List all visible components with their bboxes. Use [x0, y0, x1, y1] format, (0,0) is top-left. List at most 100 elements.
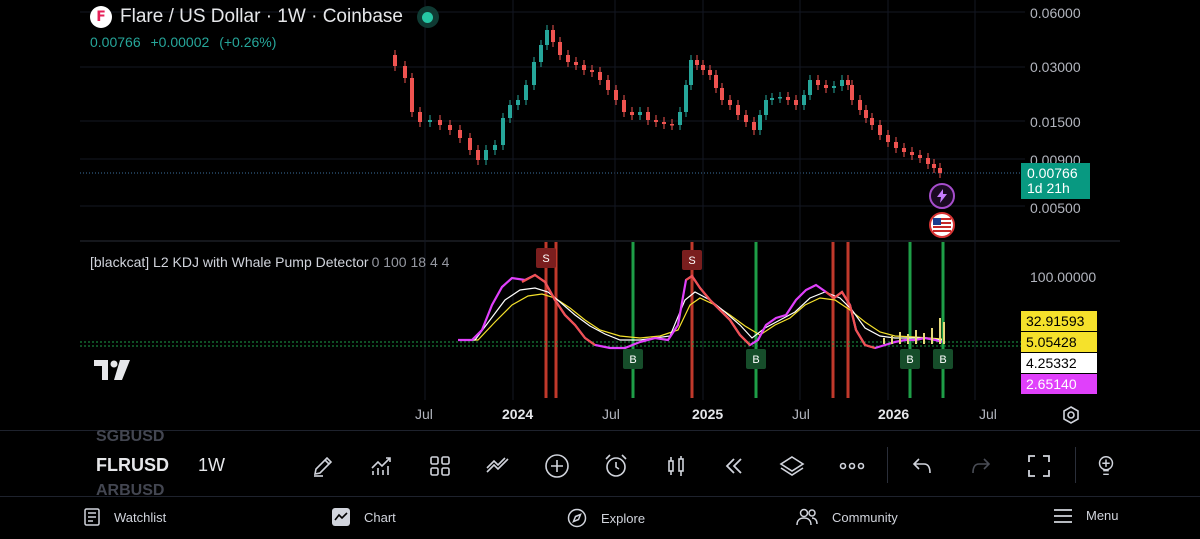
candle-body: [508, 105, 512, 118]
candle-body: [764, 100, 768, 115]
alert-icon[interactable]: [601, 451, 631, 481]
candle-body: [403, 66, 407, 78]
nav-explore[interactable]: Explore: [567, 508, 645, 528]
replay-icon[interactable]: [719, 451, 749, 481]
tradingview-logo-icon: [94, 360, 132, 387]
candle-body: [438, 120, 442, 125]
indicators-icon[interactable]: [366, 451, 396, 481]
time-axis-label: 2025: [692, 406, 724, 422]
bottom-navigation: Watchlist Chart Explore Community Menu: [0, 496, 1200, 539]
candle-body: [808, 80, 812, 95]
whale-volume-bar: [943, 322, 945, 344]
indicator-params: 0 100 18 4 4: [371, 254, 450, 270]
candle-body: [516, 100, 520, 105]
chart-settings-icon[interactable]: [1061, 405, 1081, 430]
candle-body: [590, 70, 594, 72]
watchlist-next-symbol[interactable]: ARBUSD: [96, 482, 164, 496]
candle-body: [938, 168, 942, 173]
candle-body: [846, 80, 850, 85]
indicator-value-tag: 4.25332: [1021, 353, 1097, 373]
indicator-axis-label: 100.00000: [1030, 269, 1097, 285]
whale-volume-bar: [907, 334, 909, 344]
candle-body: [695, 60, 699, 65]
nav-community[interactable]: Community: [796, 508, 898, 526]
bar-countdown: 1d 21h: [1027, 180, 1070, 196]
candle-body: [493, 145, 497, 150]
buy-signal-bar: [941, 242, 945, 398]
fullscreen-icon[interactable]: [1024, 451, 1054, 481]
kdj-j-pump-segment: [521, 273, 596, 346]
time-axis-label: 2026: [878, 406, 910, 422]
candle-body: [816, 80, 820, 85]
us-flag-event-icon[interactable]: [929, 212, 955, 238]
whale-volume-bar: [931, 328, 933, 344]
interval-selector[interactable]: 1W: [198, 455, 225, 476]
layers-icon[interactable]: [777, 451, 807, 481]
plus-circle-icon[interactable]: [542, 451, 572, 481]
time-axis-label: Jul: [602, 406, 620, 422]
redo-icon[interactable]: [966, 451, 996, 481]
candle-body: [684, 85, 688, 112]
candle-body: [794, 100, 798, 105]
flare-logo-icon: F: [90, 6, 112, 28]
candle-body: [870, 118, 874, 125]
time-axis-label: 2024: [502, 406, 534, 422]
hamburger-menu-icon: [1054, 508, 1072, 523]
indicator-title[interactable]: [blackcat] L2 KDJ with Whale Pump Detect…: [90, 254, 449, 270]
candle-body: [886, 135, 890, 142]
price-axis-label: 0.00500: [1030, 200, 1081, 216]
current-price: 0.00766: [90, 34, 141, 50]
nav-menu[interactable]: Menu: [1054, 508, 1119, 523]
nav-watchlist[interactable]: Watchlist: [84, 508, 166, 526]
chart-area[interactable]: S S B B B B: [80, 0, 1120, 430]
candle-body: [558, 42, 562, 55]
watchlist-icon: [84, 508, 100, 526]
buy-signal-bar: [754, 242, 758, 398]
more-icon[interactable]: [837, 451, 867, 481]
candle-body: [458, 130, 462, 138]
candle-body: [614, 90, 618, 100]
price-axis-label: 0.03000: [1030, 59, 1081, 75]
candle-body: [539, 45, 543, 62]
whale-volume-bar: [939, 318, 941, 344]
compass-icon: [567, 508, 587, 528]
candle-body: [932, 164, 936, 168]
idea-icon[interactable]: [1094, 451, 1118, 481]
candle-body: [532, 62, 536, 85]
kdj-j-line: [458, 273, 943, 350]
candle-body: [744, 115, 748, 122]
buy-marker-label: B: [629, 354, 636, 366]
candle-body: [428, 120, 432, 122]
indicator-value-tag: 5.05428: [1021, 332, 1097, 352]
symbol-title[interactable]: Flare / US Dollar · 1W · Coinbase: [120, 6, 403, 28]
templates-icon[interactable]: [425, 451, 455, 481]
candle-body: [418, 112, 422, 122]
candle-body: [654, 120, 658, 122]
candle-body: [484, 150, 488, 160]
candle-body: [501, 118, 505, 145]
lightning-event-icon[interactable]: [929, 183, 955, 209]
watchlist-prev-symbol[interactable]: SGBUSD: [96, 428, 164, 446]
chart-header: F Flare / US Dollar · 1W · Coinbase 0.00…: [90, 6, 439, 50]
candle-body: [476, 150, 480, 160]
compare-icon[interactable]: [483, 451, 513, 481]
candle-body: [545, 30, 549, 45]
undo-icon[interactable]: [907, 451, 937, 481]
kdj-d-line: [458, 293, 943, 341]
candle-body: [468, 138, 472, 150]
chart-canvas[interactable]: S S B B B B: [80, 0, 1120, 430]
candle-body: [551, 30, 555, 42]
buy-signal-bar: [908, 242, 912, 398]
candle-body: [840, 80, 844, 86]
candle-body: [926, 158, 930, 164]
candle-body: [802, 95, 806, 105]
chart-toolbar: SGBUSD FLRUSD ARBUSD 1W: [0, 428, 1200, 496]
candles-icon[interactable]: [661, 451, 691, 481]
nav-chart[interactable]: Chart: [332, 508, 396, 526]
candle-body: [824, 85, 828, 88]
candle-body: [582, 65, 586, 70]
symbol-selector[interactable]: FLRUSD: [96, 455, 169, 476]
indicator-value-tag: 2.65140: [1021, 374, 1097, 394]
market-status-icon[interactable]: [416, 6, 439, 28]
pencil-icon[interactable]: [308, 451, 338, 481]
